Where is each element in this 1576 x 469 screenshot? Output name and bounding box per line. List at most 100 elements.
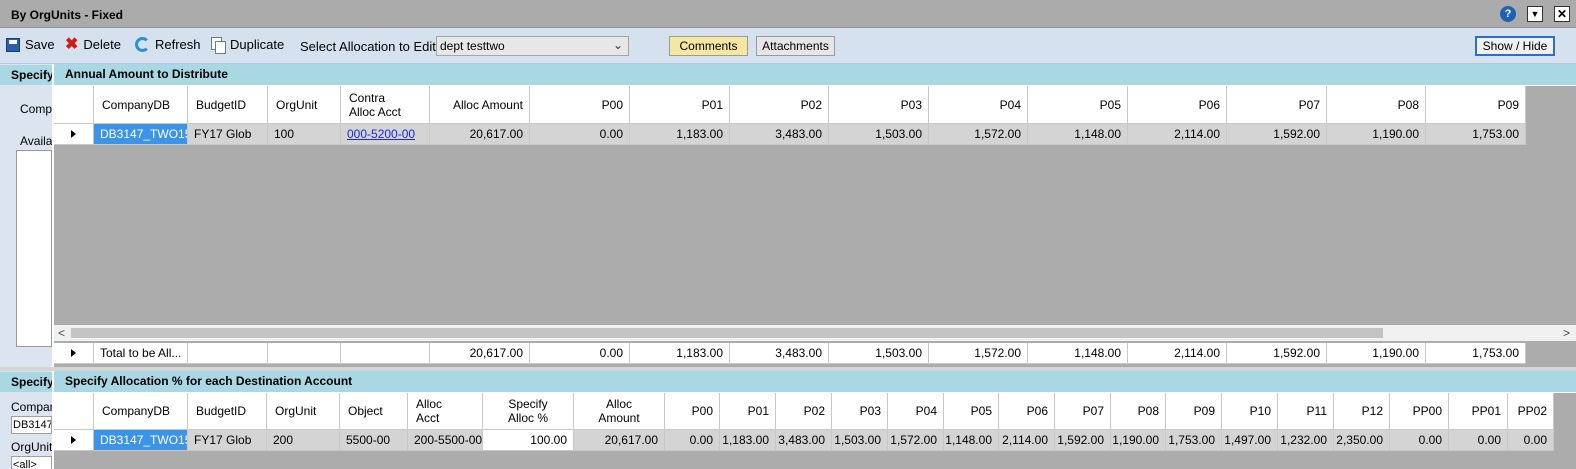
cell-1[interactable]: FY17 Glob (188, 430, 267, 451)
cell-4[interactable]: 20,617.00 (430, 124, 530, 145)
column-header-p02[interactable]: P02 (776, 393, 832, 430)
column-header-specify-alloc[interactable]: Specify Alloc % (483, 393, 574, 430)
cell-14[interactable]: 1,753.00 (1426, 343, 1526, 364)
row-selector[interactable] (54, 430, 94, 451)
cell-14[interactable]: 1,753.00 (1426, 124, 1526, 145)
column-header-p04[interactable]: P04 (929, 86, 1028, 124)
cell-1[interactable] (188, 343, 268, 364)
column-header-contra-alloc-acct[interactable]: Contra Alloc Acct (341, 86, 430, 124)
available-list[interactable] (16, 150, 52, 347)
cell-10[interactable]: 1,148.00 (1028, 343, 1128, 364)
cell-5[interactable]: 0.00 (530, 343, 630, 364)
scroll-thumb[interactable] (71, 328, 1383, 338)
column-header-pp00[interactable]: PP00 (1390, 393, 1449, 430)
cell-6[interactable]: 1,183.00 (630, 343, 730, 364)
cell-16[interactable]: 1,753.00 (1166, 430, 1222, 451)
column-header-budgetid[interactable]: BudgetID (188, 393, 267, 430)
cell-0[interactable]: Total to be All... (94, 343, 188, 364)
column-header-p06[interactable]: P06 (999, 393, 1055, 430)
cell-11[interactable]: 1,572.00 (888, 430, 944, 451)
orgunit-field[interactable]: <all> (11, 456, 52, 469)
cell-5[interactable]: 100.00 (483, 430, 574, 451)
cell-2[interactable]: 200 (267, 430, 340, 451)
column-header-companydb[interactable]: CompanyDB (94, 393, 188, 430)
cell-3[interactable]: 5500-00 (340, 430, 408, 451)
column-header-p07[interactable]: P07 (1227, 86, 1327, 124)
column-header-p05[interactable]: P05 (944, 393, 999, 430)
chevron-down-icon[interactable]: ▼ (1527, 6, 1543, 22)
column-header-p09[interactable]: P09 (1166, 393, 1222, 430)
close-icon[interactable]: ✕ (1554, 6, 1570, 22)
column-header-p08[interactable]: P08 (1327, 86, 1426, 124)
column-header-p04[interactable]: P04 (888, 393, 944, 430)
horizontal-scrollbar[interactable]: < > (54, 325, 1576, 341)
column-header-alloc-amount[interactable]: Alloc Amount (574, 393, 665, 430)
cell-8[interactable]: 1,503.00 (829, 343, 929, 364)
cell-3[interactable]: 000-5200-00 (341, 124, 430, 145)
column-header-p00[interactable]: P00 (665, 393, 720, 430)
cell-22[interactable]: 0.00 (1508, 430, 1554, 451)
save-button[interactable]: Save (6, 37, 55, 52)
cell-1[interactable]: FY17 Glob (188, 124, 268, 145)
column-header-object[interactable]: Object (340, 393, 408, 430)
duplicate-button[interactable]: Duplicate (211, 37, 284, 54)
column-header-p10[interactable]: P10 (1222, 393, 1278, 430)
cell-3[interactable] (341, 343, 430, 364)
column-header-p07[interactable]: P07 (1055, 393, 1111, 430)
cell-21[interactable]: 0.00 (1449, 430, 1508, 451)
column-header-budgetid[interactable]: BudgetID (188, 86, 268, 124)
cell-4[interactable]: 20,617.00 (430, 343, 530, 364)
column-header-pp02[interactable]: PP02 (1508, 393, 1554, 430)
column-header-p06[interactable]: P06 (1128, 86, 1227, 124)
cell-12[interactable]: 1,592.00 (1227, 124, 1327, 145)
column-header-p00[interactable]: P00 (530, 86, 630, 124)
cell-7[interactable]: 3,483.00 (730, 343, 829, 364)
show-hide-button[interactable]: Show / Hide (1475, 36, 1555, 56)
cell-10[interactable]: 1,503.00 (832, 430, 888, 451)
delete-button[interactable]: ✖ Delete (65, 36, 121, 52)
company-field[interactable]: DB3147 (11, 416, 52, 434)
cell-11[interactable]: 2,114.00 (1128, 343, 1227, 364)
cell-13[interactable]: 2,114.00 (999, 430, 1055, 451)
cell-18[interactable]: 1,232.00 (1278, 430, 1334, 451)
scroll-right-icon[interactable]: > (1563, 326, 1570, 340)
comments-button[interactable]: Comments (669, 36, 748, 56)
column-header-p02[interactable]: P02 (730, 86, 829, 124)
allocation-select[interactable]: dept testtwo ⌄ (436, 36, 629, 56)
cell-4[interactable]: 200-5500-00 (408, 430, 483, 451)
cell-10[interactable]: 1,148.00 (1028, 124, 1128, 145)
table-row[interactable]: DB3147_TWO15 FY17 Glob 100 000-5200-00 20,61… (54, 124, 1526, 145)
column-header-alloc-acct[interactable]: Alloc Acct (408, 393, 483, 430)
cell-13[interactable]: 1,190.00 (1327, 124, 1426, 145)
column-header-companydb[interactable]: CompanyDB (94, 86, 188, 124)
cell-8[interactable]: 1,183.00 (720, 430, 776, 451)
cell-13[interactable]: 1,190.00 (1327, 343, 1426, 364)
account-link[interactable]: 000-5200-00 (347, 127, 415, 141)
row-selector[interactable] (54, 343, 94, 364)
column-header-p01[interactable]: P01 (630, 86, 730, 124)
column-header-p12[interactable]: P12 (1334, 393, 1390, 430)
column-header-p03[interactable]: P03 (829, 86, 929, 124)
cell-9[interactable]: 1,572.00 (929, 343, 1028, 364)
cell-5[interactable]: 0.00 (530, 124, 630, 145)
column-header-p03[interactable]: P03 (832, 393, 888, 430)
cell-15[interactable]: 1,190.00 (1111, 430, 1166, 451)
column-header-p01[interactable]: P01 (720, 393, 776, 430)
cell-11[interactable]: 2,114.00 (1128, 124, 1227, 145)
column-header-p11[interactable]: P11 (1278, 393, 1334, 430)
cell-19[interactable]: 2,350.00 (1334, 430, 1390, 451)
cell-8[interactable]: 1,503.00 (829, 124, 929, 145)
column-header-p08[interactable]: P08 (1111, 393, 1166, 430)
table-row[interactable]: DB3147_TWO15 FY17 Glob 200 5500-00 200-5500-… (54, 430, 1554, 451)
cell-7[interactable]: 0.00 (665, 430, 720, 451)
attachments-button[interactable]: Attachments (756, 36, 835, 56)
cell-6[interactable]: 20,617.00 (574, 430, 665, 451)
cell-12[interactable]: 1,592.00 (1227, 343, 1327, 364)
cell-0[interactable]: DB3147_TWO15 (94, 124, 188, 145)
refresh-button[interactable]: Refresh (135, 37, 201, 52)
column-header-p05[interactable]: P05 (1028, 86, 1128, 124)
column-header-pp01[interactable]: PP01 (1449, 393, 1508, 430)
cell-17[interactable]: 1,497.00 (1222, 430, 1278, 451)
cell-12[interactable]: 1,148.00 (944, 430, 999, 451)
cell-0[interactable]: DB3147_TWO15 (94, 430, 188, 451)
